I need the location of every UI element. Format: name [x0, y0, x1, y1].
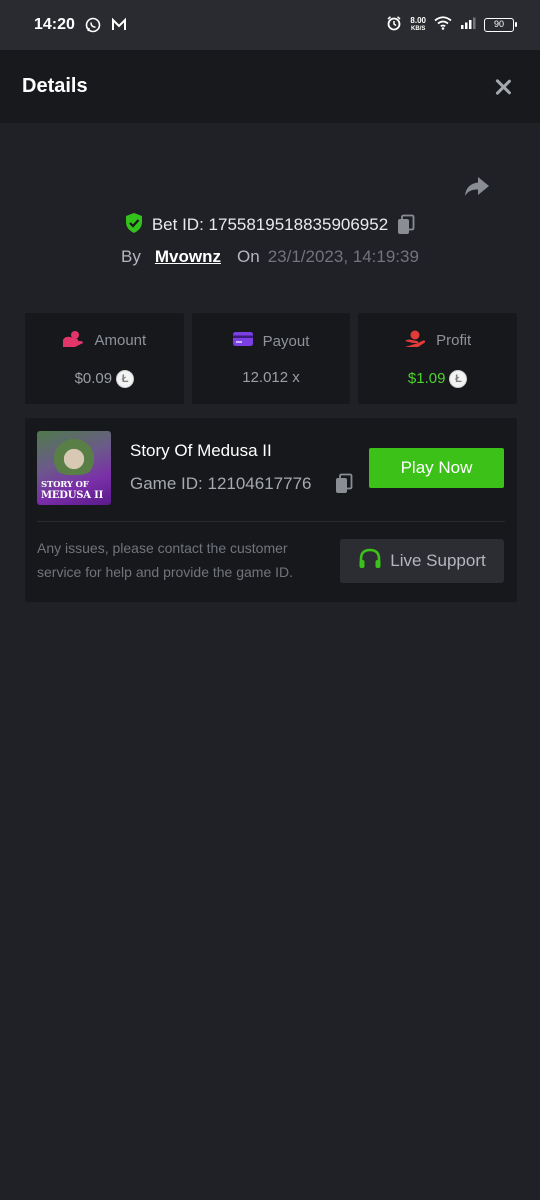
- profit-label: Profit: [436, 332, 472, 349]
- amount-label: Amount: [94, 332, 147, 349]
- mail-icon: [111, 17, 127, 33]
- share-icon[interactable]: [463, 175, 491, 199]
- payout-value: 12.012 x: [242, 369, 300, 386]
- on-label: On: [237, 247, 260, 266]
- game-id-text: Game ID: 12104617776: [130, 474, 312, 494]
- network-speed: 8.00 KB/S: [410, 17, 426, 33]
- bet-date: 23/1/2023, 14:19:39: [267, 247, 419, 266]
- game-id-value: 12104617776: [207, 474, 312, 493]
- bet-owner-row: By Mvownz On 23/1/2023, 14:19:39: [0, 244, 540, 270]
- username-link[interactable]: Mvownz: [155, 247, 221, 267]
- amount-card: Amount $0.09 Ł: [25, 313, 184, 404]
- litecoin-icon: Ł: [116, 369, 135, 388]
- thumbnail-title-line2: MEDUSA II: [41, 490, 104, 501]
- amount-value: $0.09: [74, 370, 113, 387]
- network-speed-value: 8.00: [410, 16, 426, 25]
- status-right: 8.00 KB/S 90: [386, 15, 517, 36]
- alarm-icon: [386, 15, 402, 36]
- game-name: Story Of Medusa II: [130, 441, 272, 460]
- divider: [37, 521, 505, 522]
- bet-stats: Amount $0.09 Ł Payout 12.012 x Profit $1…: [25, 313, 518, 404]
- bet-id-text: Bet ID: 1755819518835906952: [152, 215, 388, 235]
- battery-indicator: 90: [484, 18, 517, 32]
- bet-id-value: 1755819518835906952: [208, 215, 389, 234]
- help-text: Any issues, please contact the customer …: [37, 540, 294, 580]
- live-support-label: Live Support: [390, 551, 486, 570]
- details-header: Details: [0, 50, 540, 123]
- medusa-art: [51, 435, 97, 475]
- copy-game-id-icon[interactable]: [334, 473, 354, 495]
- bet-id-label: Bet ID:: [151, 215, 204, 234]
- status-bar: 14:20 8.00 KB/S 90: [0, 0, 540, 50]
- network-speed-unit: KB/S: [411, 26, 426, 32]
- by-label: By: [121, 247, 141, 266]
- play-now-button[interactable]: Play Now: [369, 448, 504, 488]
- litecoin-icon: Ł: [449, 369, 468, 388]
- copy-bet-id-icon[interactable]: [396, 214, 416, 236]
- hand-money-icon: [404, 330, 426, 352]
- game-card: STORY OF MEDUSA II Story Of Medusa II Ga…: [25, 418, 517, 602]
- page-title: Details: [22, 75, 88, 97]
- bet-id-row: Bet ID: 1755819518835906952: [0, 211, 540, 239]
- payout-label: Payout: [262, 332, 310, 350]
- profit-card: Profit $1.09 Ł: [358, 313, 518, 404]
- thumbnail-title-line1: STORY OF: [41, 480, 89, 490]
- whatsapp-icon: [85, 17, 101, 33]
- thumbnail-title: STORY OF MEDUSA II: [41, 480, 107, 502]
- card-icon: [232, 331, 253, 351]
- payout-card: Payout 12.012 x: [191, 313, 351, 404]
- wallet-coins-icon: [62, 330, 84, 352]
- headset-icon: [358, 548, 382, 575]
- live-support-button[interactable]: Live Support: [340, 539, 504, 583]
- wifi-icon: [434, 15, 452, 35]
- status-left: 14:20: [34, 16, 127, 34]
- game-thumbnail[interactable]: STORY OF MEDUSA II: [37, 431, 111, 505]
- game-id-label: Game ID:: [130, 474, 203, 493]
- signal-icon: [460, 16, 476, 34]
- shield-check-icon: [124, 212, 144, 239]
- close-icon[interactable]: [492, 76, 514, 98]
- status-time: 14:20: [34, 16, 75, 33]
- profit-value: $1.09: [407, 370, 446, 387]
